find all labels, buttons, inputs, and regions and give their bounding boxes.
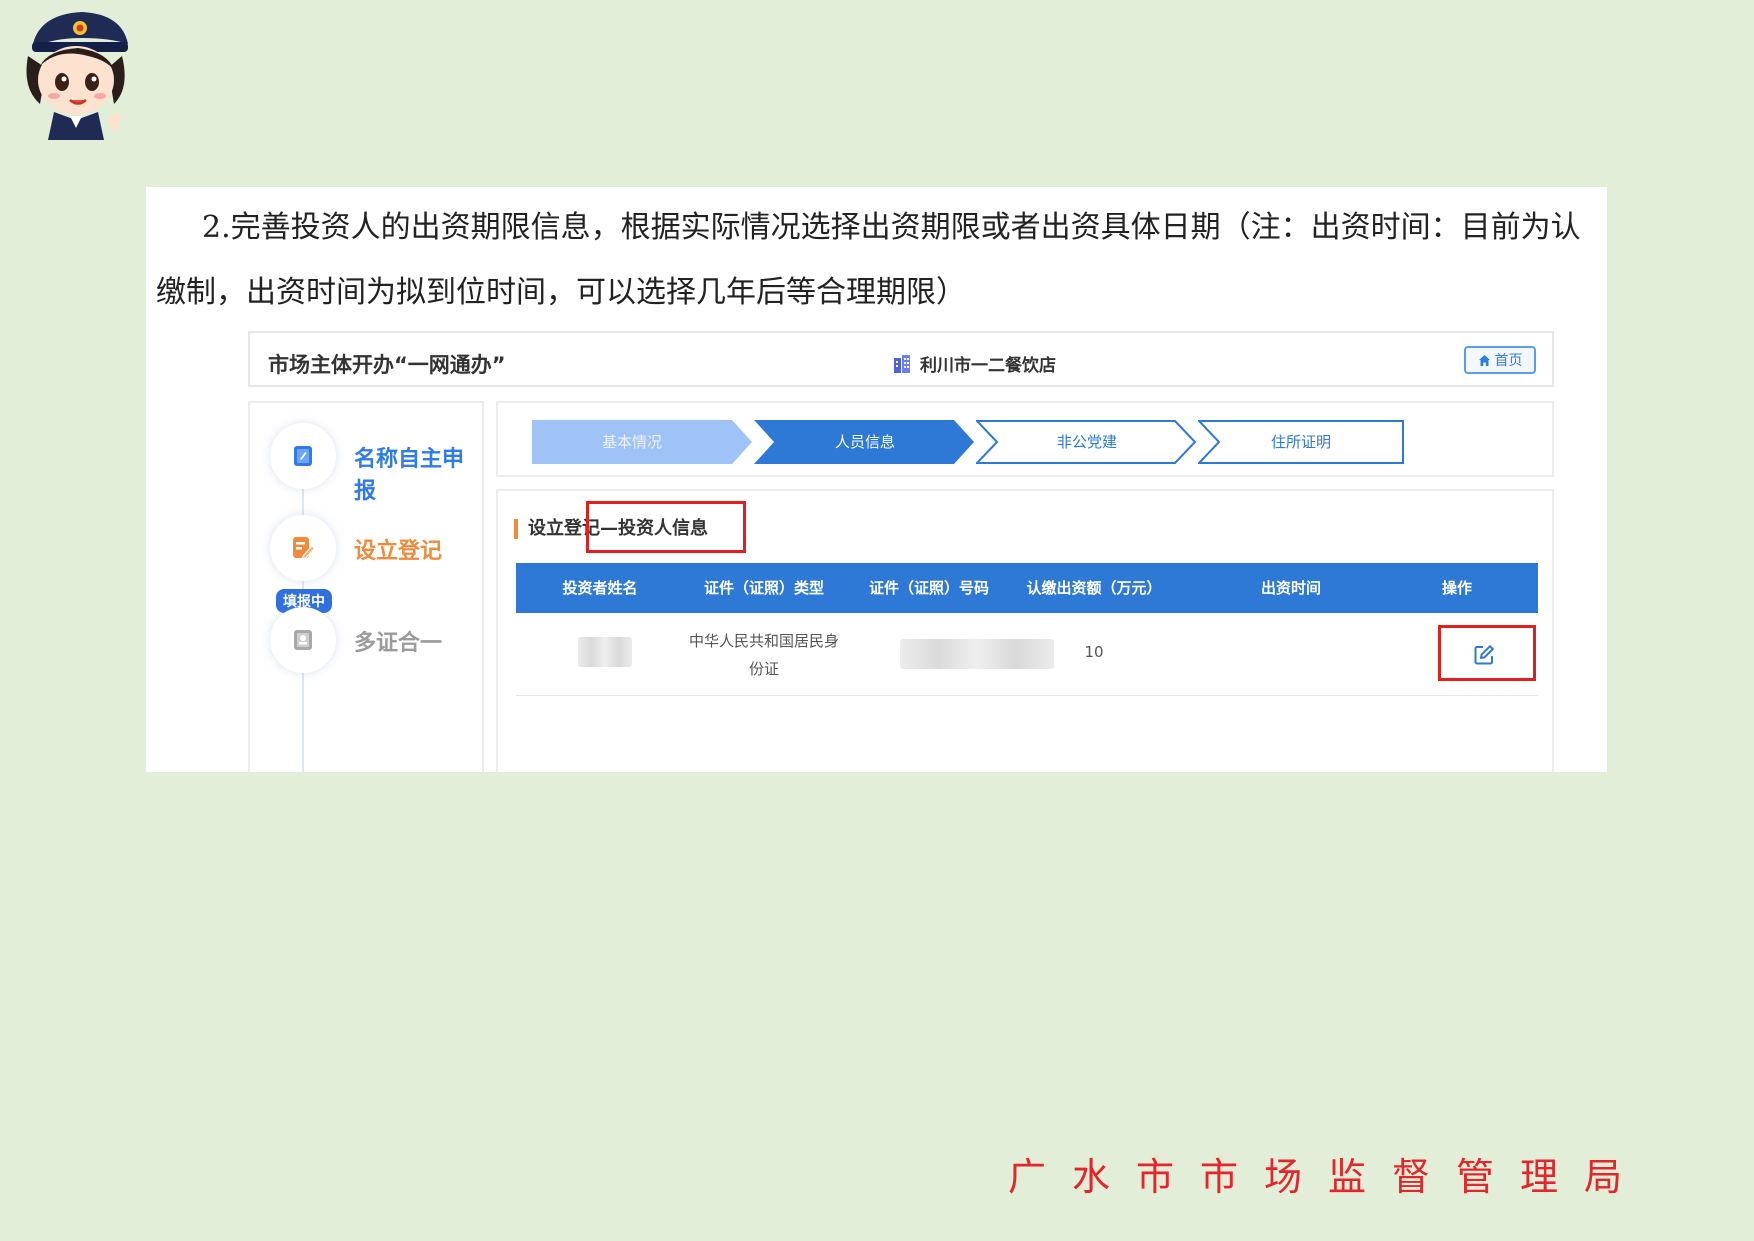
step-label: 人员信息 (834, 433, 895, 451)
step-address-proof[interactable]: 住所证明 (1198, 420, 1404, 464)
sidebar-item-label[interactable]: 设立登记 (354, 533, 442, 565)
officer-mascot-logo (26, 12, 128, 140)
home-button[interactable]: 首页 (1464, 346, 1536, 374)
column-header: 认缴出资额（万元） (1026, 579, 1162, 597)
sidebar-item-establish-registration[interactable] (270, 515, 336, 581)
content-card: 2.完善投资人的出资期限信息，根据实际情况选择出资期限或者出资具体日期（注：出资… (146, 187, 1607, 772)
app-title: 市场主体开办“一网通办” (268, 353, 506, 377)
certificate-icon (294, 630, 312, 650)
instruction-text: 2.完善投资人的出资期限信息，根据实际情况选择出资期限或者出资具体日期（注：出资… (156, 210, 1581, 310)
step-party-building[interactable]: 非公党建 (976, 420, 1198, 464)
step-label: 非公党建 (1056, 433, 1117, 451)
investor-panel: 设立登记—投资人信息 投资者姓名 证件（证照）类型 证件（证照）号码 认缴出资额… (496, 489, 1554, 772)
column-header: 投资者姓名 (562, 579, 638, 597)
step-label: 住所证明 (1270, 433, 1331, 451)
column-header: 出资时间 (1260, 579, 1321, 597)
step-personnel-info[interactable]: 人员信息 (754, 420, 976, 464)
amount-cell: 10 (1084, 643, 1104, 661)
edit-form-icon (293, 537, 316, 560)
table-header: 投资者姓名 证件（证照）类型 证件（证照）号码 认缴出资额（万元） 出资时间 操… (516, 563, 1538, 613)
shop-info: 利川市一二餐饮店 (892, 351, 1056, 376)
app-header: 市场主体开办“一网通办” 利川市一二餐饮店 首页 (248, 331, 1554, 387)
redacted-name (578, 637, 632, 667)
footer-agency-name: 广水市市场监督管理局 (1008, 1155, 1649, 1199)
notebook-icon (294, 446, 312, 466)
table-row: 中华人民共和国居民身 份证 10 (516, 613, 1538, 696)
progress-steps: 基本情况 人员信息 非公党建 住所证明 (496, 401, 1554, 477)
sidebar-item-label[interactable]: 名称自主申报 (354, 441, 482, 505)
embedded-screenshot: 市场主体开办“一网通办” 利川市一二餐饮店 首页 名称自主申报 设立登记 填报中… (248, 331, 1560, 772)
column-header: 操作 (1441, 579, 1472, 597)
sidebar-item-multi-certificate[interactable] (270, 607, 336, 673)
id-type-line: 中华人民共和国居民身 (688, 632, 839, 650)
column-header: 证件（证照）号码 (868, 579, 989, 597)
sidebar-item-label[interactable]: 多证合一 (354, 625, 442, 657)
home-icon (1478, 354, 1490, 366)
sidebar-item-name-declaration[interactable] (270, 423, 336, 489)
sidebar: 名称自主申报 设立登记 填报中 多证合一 (248, 401, 484, 772)
edit-icon[interactable] (1472, 643, 1496, 667)
id-type-cell: 中华人民共和国居民身 份证 (684, 627, 844, 683)
highlight-box-title (586, 501, 746, 553)
column-header: 证件（证照）类型 (703, 579, 824, 597)
step-basic-info[interactable]: 基本情况 (532, 420, 754, 464)
id-type-line: 份证 (748, 660, 779, 678)
building-icon (894, 354, 910, 373)
shop-name: 利川市一二餐饮店 (920, 356, 1056, 376)
step-label: 基本情况 (601, 433, 662, 451)
home-label: 首页 (1494, 353, 1523, 369)
